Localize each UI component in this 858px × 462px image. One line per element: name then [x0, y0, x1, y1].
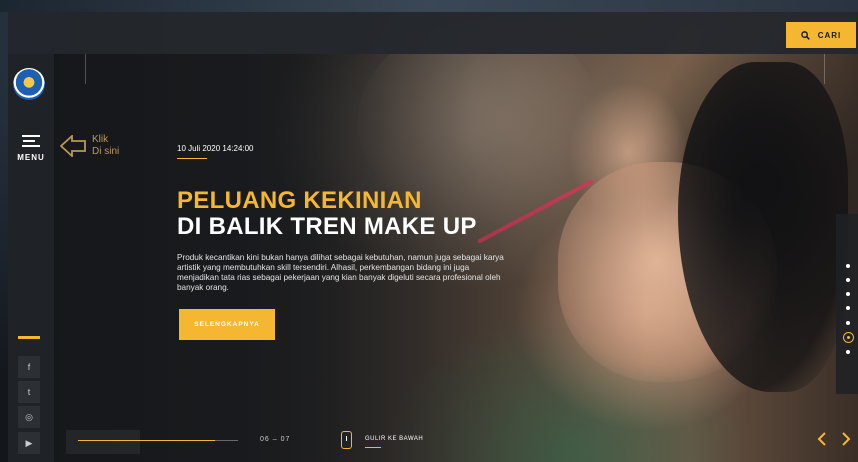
hamburger-icon	[14, 135, 48, 147]
scroll-underline	[365, 447, 381, 448]
rail-accent	[18, 336, 40, 339]
site-logo[interactable]	[13, 68, 45, 100]
mouse-scroll-icon[interactable]	[341, 431, 352, 449]
pager-dot[interactable]	[846, 278, 850, 282]
article-description: Produk kecantikan kini bukan hanya dilih…	[177, 253, 504, 292]
progress-panel	[66, 430, 140, 454]
youtube-icon[interactable]: ▶	[18, 432, 40, 454]
next-slide-button[interactable]	[839, 432, 853, 448]
pager-dot[interactable]	[846, 264, 850, 268]
slide-progress-fill	[78, 440, 216, 441]
instagram-icon[interactable]: ◎	[18, 406, 40, 428]
read-more-button[interactable]: SELENGKAPNYA	[179, 309, 275, 340]
twitter-icon[interactable]: t	[18, 381, 40, 403]
slide-counter: 06 – 07	[260, 436, 291, 443]
pager-dot[interactable]	[846, 350, 850, 354]
article-date: 10 Juli 2020 14:24:00	[177, 144, 254, 153]
menu-button[interactable]: MENU	[14, 132, 48, 162]
hint-line-1: Klik	[92, 134, 109, 145]
search-button[interactable]: CARI	[786, 22, 856, 48]
guide-line	[824, 54, 825, 84]
slide-pager	[836, 214, 858, 394]
prev-slide-button[interactable]	[815, 432, 829, 448]
facebook-icon[interactable]: f	[18, 356, 40, 378]
date-underline	[177, 158, 207, 159]
article-title-line-2: DI BALIK TREN MAKE UP	[177, 213, 477, 240]
hint-line-2: Di sini	[92, 146, 120, 157]
backdrop-strip	[0, 0, 858, 12]
scroll-down-label[interactable]: GULIR KE BAWAH	[365, 436, 423, 442]
guide-line	[85, 54, 86, 84]
article-title-line-1: PELUANG KEKINIAN	[177, 187, 422, 214]
pager-dot[interactable]	[846, 292, 850, 296]
menu-label: MENU	[17, 153, 45, 162]
search-label: CARI	[817, 30, 842, 40]
pager-dot[interactable]	[846, 306, 850, 310]
search-icon	[800, 30, 810, 40]
click-here-hint[interactable]: Klik Di sini	[60, 134, 132, 158]
top-bar	[8, 12, 858, 54]
pager-dot-active[interactable]	[843, 332, 854, 343]
chevron-right-icon	[842, 432, 851, 446]
arrow-left-icon	[60, 135, 86, 157]
chevron-left-icon	[817, 432, 826, 446]
pager-dot[interactable]	[846, 321, 850, 325]
